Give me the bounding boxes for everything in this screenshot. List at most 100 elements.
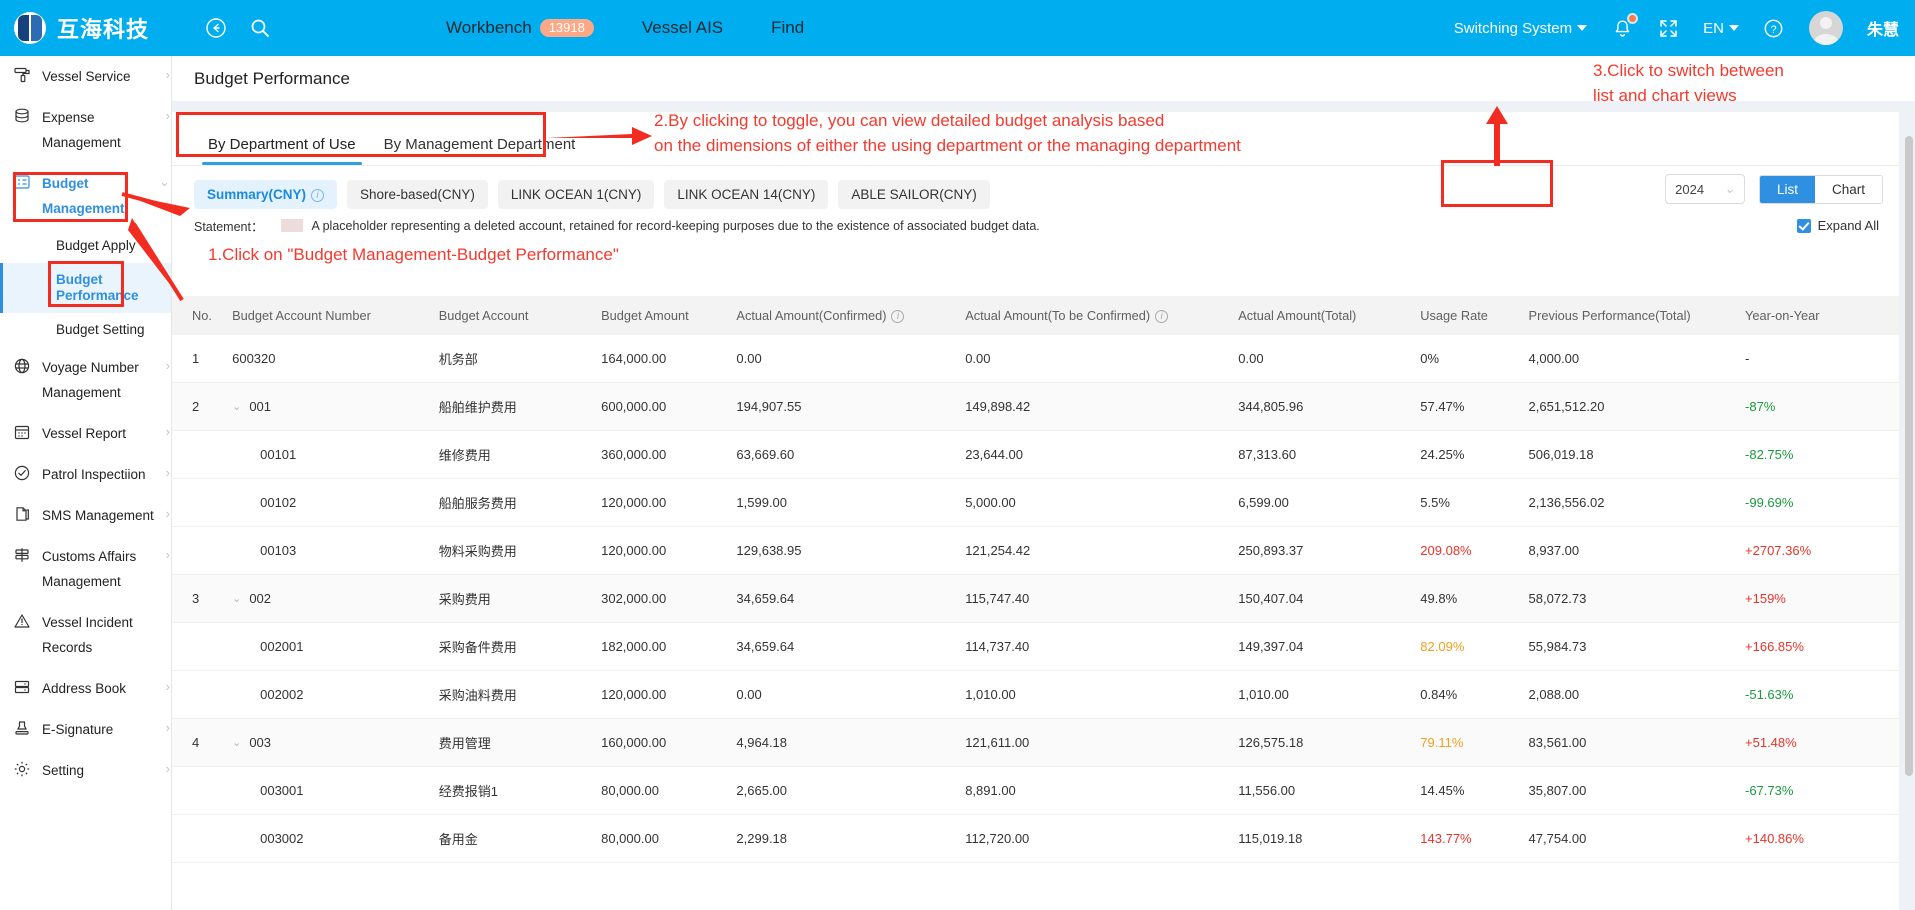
table-row[interactable]: 3 ⌄ 002 采购费用 302,000.00 34,659.64 115,747.40 15… [172, 574, 1899, 624]
cell-budget-account: 经费报销1 [432, 766, 596, 816]
chevron-right-icon: › [165, 67, 170, 82]
year-select[interactable]: 2024 ⌄ [1665, 174, 1745, 204]
top-bar: 互海科技 Workbench 13918 Vessel AIS Find Swi… [0, 0, 1915, 56]
view-mode-list-button[interactable]: List [1759, 175, 1815, 203]
view-mode-chart-button[interactable]: Chart [1814, 175, 1882, 203]
info-icon[interactable]: i [891, 310, 905, 324]
fullscreen-icon[interactable] [1657, 17, 1679, 39]
row-expander-chevron-down-icon[interactable]: ⌄ [232, 400, 241, 413]
chip-link-ocean-14-cny[interactable]: LINK OCEAN 14(CNY) [664, 180, 829, 209]
table-row[interactable]: 002001 采购备件费用 182,000.00 34,659.64 114,737.4… [172, 622, 1899, 672]
cell-no: 4 [172, 718, 227, 768]
table-row[interactable]: 1 600320 机务部 164,000.00 0.00 0.00 0.00 0% 4,000.… [172, 335, 1899, 384]
table-row[interactable]: 4 ⌄ 003 费用管理 160,000.00 4,964.18 121,611.00 126… [172, 718, 1899, 768]
currency-chip-row: Summary(CNY) i Shore-based(CNY) LINK OCEA… [172, 166, 1899, 209]
chip-shore-based-cny[interactable]: Shore-based(CNY) [347, 180, 488, 209]
table-row[interactable]: 2 ⌄ 001 船舶维护费用 600,000.00 194,907.55 149,898.4… [172, 382, 1899, 432]
table-row[interactable]: 003002 备用金 80,000.00 2,299.18 112,720.00 115,… [172, 814, 1899, 864]
chevron-right-icon: › [165, 761, 170, 776]
search-icon[interactable] [249, 17, 271, 39]
cell-budget-account: 备用金 [432, 814, 596, 864]
language-selector[interactable]: EN [1703, 20, 1739, 37]
sidebar-label: Setting [42, 763, 85, 778]
sidebar-label: Vessel Incident Records [42, 615, 133, 655]
cell-actual-total: 126,575.18 [1232, 718, 1415, 768]
row-expander-chevron-down-icon[interactable]: ⌄ [232, 592, 241, 605]
database-icon [12, 106, 32, 126]
brand[interactable]: 互海科技 [14, 12, 149, 44]
sidebar-item-vessel-report[interactable]: Vessel Report › [0, 413, 171, 454]
cell-actual-confirmed: 4,964.18 [730, 718, 960, 768]
avatar[interactable] [1808, 11, 1843, 45]
notification-bell-icon[interactable] [1611, 13, 1639, 39]
row-expander-chevron-down-icon[interactable]: ⌄ [232, 736, 241, 749]
sidebar-item-budget-apply[interactable]: Budget Apply [0, 229, 171, 263]
info-icon[interactable]: i [311, 188, 325, 202]
sidebar-item-sms-management[interactable]: SMS Management › [0, 495, 171, 536]
th-usage-rate: Usage Rate [1414, 296, 1523, 336]
cell-usage-rate: 24.25% [1414, 430, 1523, 480]
sidebar-item-e-signature[interactable]: E-Signature › [0, 709, 171, 750]
table-row[interactable]: 002002 采购油料费用 120,000.00 0.00 1,010.00 1,010.… [172, 670, 1899, 720]
help-icon[interactable]: ? [1763, 17, 1785, 39]
cell-budget-account-number: ⌄ 003 [226, 718, 433, 768]
cell-previous-performance: 2,136,556.02 [1522, 478, 1740, 528]
cell-actual-confirmed: 1,599.00 [730, 478, 960, 528]
cell-actual-to-be-confirmed: 112,720.00 [959, 814, 1233, 864]
sidebar-item-vessel-incident-records[interactable]: Vessel Incident Records [0, 602, 171, 668]
gear-icon [12, 759, 32, 779]
sidebar-item-budget-performance[interactable]: Budget Performance [0, 263, 171, 313]
sidebar-item-expense-management[interactable]: Expense Management › [0, 97, 171, 163]
cell-actual-to-be-confirmed: 149,898.42 [959, 382, 1233, 432]
cell-no [172, 766, 227, 816]
chip-able-sailor-cny[interactable]: ABLE SAILOR(CNY) [838, 180, 990, 209]
table-row[interactable]: 00101 维修费用 360,000.00 63,669.60 23,644.00 87,… [172, 430, 1899, 480]
grid-icon [12, 172, 32, 192]
expand-all-label: Expand All [1817, 218, 1879, 233]
chip-link-ocean-1-cny[interactable]: LINK OCEAN 1(CNY) [497, 180, 655, 209]
statement-label: Statement： [194, 220, 264, 234]
cell-budget-account: 船舶服务费用 [432, 478, 596, 528]
cell-budget-amount: 120,000.00 [595, 526, 731, 576]
tab-by-department-of-use[interactable]: By Department of Use [194, 136, 370, 165]
table-row[interactable]: 003001 经费报销1 80,000.00 2,665.00 8,891.00 11,5… [172, 766, 1899, 816]
cell-actual-total: 344,805.96 [1232, 382, 1415, 432]
cell-budget-amount: 164,000.00 [595, 335, 731, 384]
cell-actual-to-be-confirmed: 23,644.00 [959, 430, 1233, 480]
cell-budget-amount: 80,000.00 [595, 814, 731, 864]
nav-workbench[interactable]: Workbench 13918 [446, 18, 594, 38]
table-row[interactable]: 00103 物料采购费用 120,000.00 129,638.95 121,254.4… [172, 526, 1899, 576]
cell-actual-to-be-confirmed: 8,891.00 [959, 766, 1233, 816]
sidebar-item-address-book[interactable]: Address Book › [0, 668, 171, 709]
expand-all-checkbox[interactable] [1796, 218, 1811, 233]
cell-actual-confirmed: 63,669.60 [730, 430, 960, 480]
sidebar-item-patrol-inspection[interactable]: Patrol Inspectiion › [0, 454, 171, 495]
cell-previous-performance: 4,000.00 [1522, 335, 1740, 384]
main-scrollbar[interactable] [1905, 136, 1913, 776]
sidebar-item-budget-setting[interactable]: Budget Setting [0, 313, 171, 347]
sidebar-item-voyage-number-management[interactable]: Voyage Number Management › [0, 347, 171, 413]
sidebar-item-budget-management[interactable]: Budget Management ⌄ [0, 163, 171, 229]
chip-summary-cny[interactable]: Summary(CNY) i [194, 180, 338, 209]
cell-no [172, 526, 227, 576]
nav-vessel-ais[interactable]: Vessel AIS [642, 18, 723, 38]
cell-actual-to-be-confirmed: 115,747.40 [959, 574, 1233, 624]
sidebar-label: Expense Management [42, 110, 121, 150]
sidebar-item-customs-affairs-management[interactable]: Customs Affairs Management › [0, 536, 171, 602]
table-row[interactable]: 00102 船舶服务费用 120,000.00 1,599.00 5,000.00 6,5… [172, 478, 1899, 528]
cell-no: 1 [172, 335, 227, 384]
switching-system-label: Switching System [1453, 19, 1573, 37]
cell-usage-rate: 5.5% [1414, 478, 1523, 528]
expand-all-control[interactable]: Expand All [1796, 218, 1879, 233]
cell-budget-account: 费用管理 [432, 718, 596, 768]
tab-by-management-department[interactable]: By Management Department [370, 136, 590, 165]
cell-budget-account: 采购备件费用 [432, 622, 596, 672]
sidebar-item-vessel-service[interactable]: Vessel Service › [0, 56, 171, 97]
switching-system-button[interactable]: Switching System [1453, 19, 1588, 37]
main-area: Budget Performance By Department of Use … [172, 56, 1915, 910]
back-circle-icon[interactable] [205, 17, 227, 39]
sidebar-item-setting[interactable]: Setting › [0, 750, 171, 791]
nav-find[interactable]: Find [771, 18, 804, 38]
info-icon[interactable]: i [1155, 310, 1169, 324]
cell-previous-performance: 2,088.00 [1522, 670, 1740, 720]
